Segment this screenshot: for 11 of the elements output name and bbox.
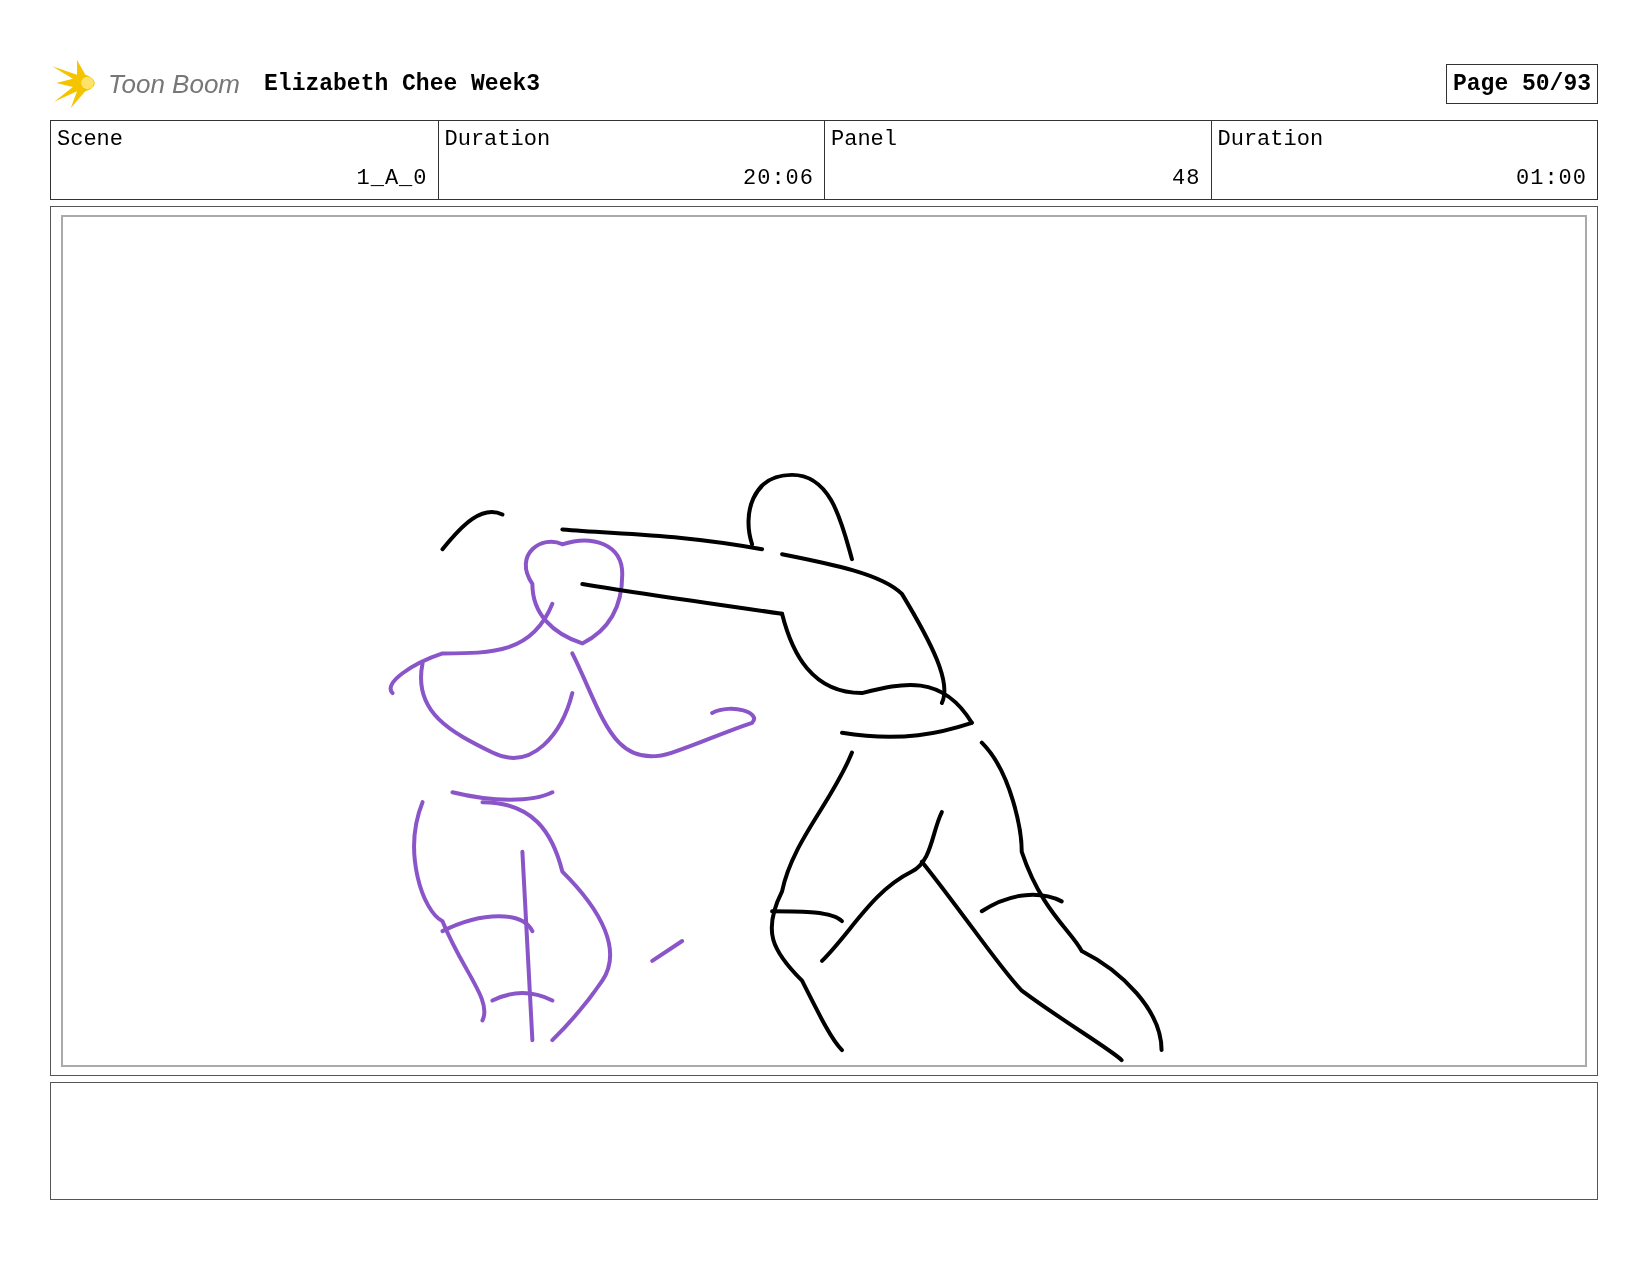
table-value: 1_A_0 — [356, 166, 428, 191]
table-value: 01:00 — [1516, 166, 1587, 191]
storyboard-title: Elizabeth Chee Week3 — [264, 71, 541, 97]
column-heading: Duration — [444, 127, 552, 152]
column-heading: Duration — [1217, 127, 1325, 152]
table-value: 48 — [1172, 166, 1201, 191]
table-value: 20:06 — [743, 166, 814, 191]
column-heading: Panel — [831, 127, 898, 152]
logo-wordmark: Toon Boom — [108, 68, 241, 100]
page-number: Page 50/93 — [1445, 64, 1598, 104]
column-heading: Scene — [57, 127, 124, 152]
